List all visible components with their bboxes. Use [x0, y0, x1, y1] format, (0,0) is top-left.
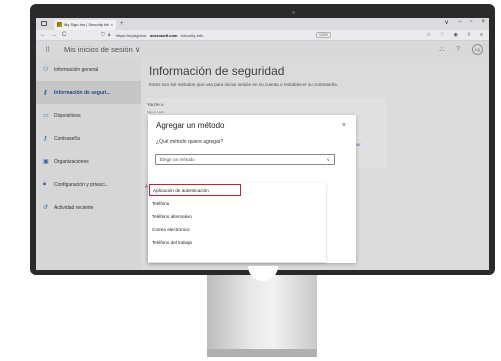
method-dropdown-list: Aplicación de autenticación Teléfono Tel…	[148, 183, 326, 262]
option-email[interactable]: Correo electrónico	[148, 223, 326, 236]
screen: My Sign-Ins | Security Info | Mi × + ∨ −…	[36, 18, 489, 270]
monitor-stand	[207, 275, 317, 353]
option-office-phone[interactable]: Teléfono del trabajo	[148, 236, 326, 249]
select-value: Elegir un método	[160, 157, 195, 162]
option-phone[interactable]: Teléfono	[148, 197, 326, 210]
stand-base	[207, 349, 317, 357]
monitor-frame: My Sign-Ins | Security Info | Mi × + ∨ −…	[30, 4, 495, 275]
dialog-title: Agregar un método	[156, 121, 225, 130]
option-authenticator-app[interactable]: Aplicación de autenticación	[149, 184, 241, 196]
method-select[interactable]: Elegir un método ∨	[155, 154, 335, 165]
camera	[292, 11, 295, 14]
close-icon[interactable]: ×	[342, 122, 346, 129]
chevron-down-icon: ∨	[326, 156, 330, 162]
dialog-question: ¿Qué método quiere agregar?	[156, 139, 224, 145]
option-alternate-phone[interactable]: Teléfono alternativo	[148, 210, 326, 223]
